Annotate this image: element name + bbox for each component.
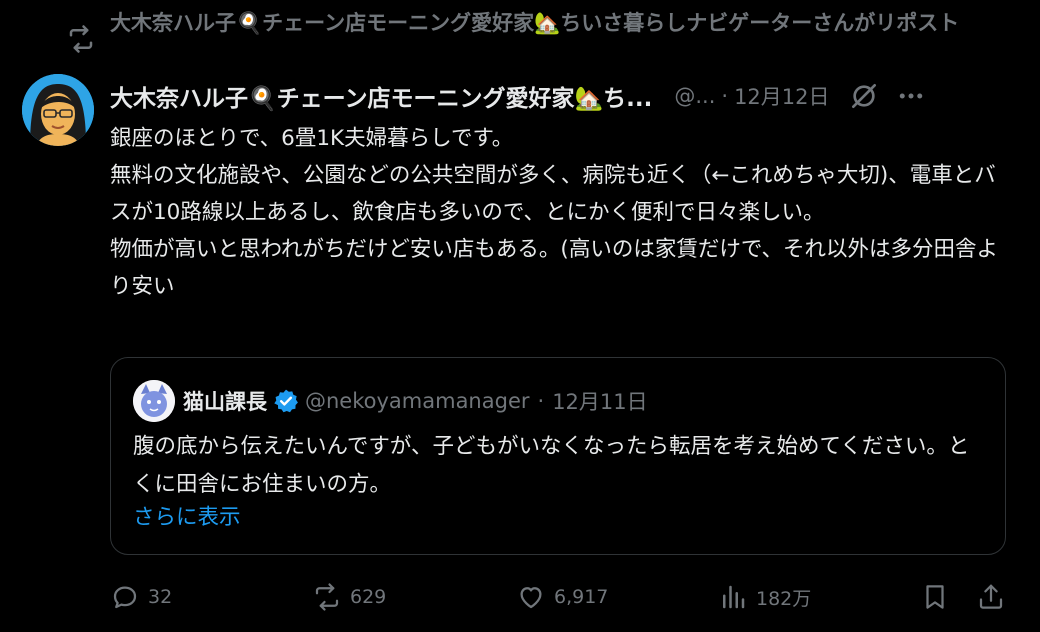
post-date[interactable]: 12月12日 bbox=[734, 81, 829, 111]
verified-icon bbox=[274, 389, 298, 413]
repost-banner[interactable]: 大木奈ハル子🍳チェーン店モーニング愛好家🏡ちいさ暮らしナビゲーターさんがリポスト bbox=[66, 10, 1016, 54]
post-text: 銀座のほとりで、6畳1K夫婦暮らしです。 無料の文化施設や、公園などの公共空間が… bbox=[110, 126, 998, 299]
more-icon[interactable] bbox=[896, 81, 926, 111]
action-bar: 32 629 6,917 182万 bbox=[110, 580, 1015, 614]
repost-icon bbox=[69, 25, 93, 53]
quote-date[interactable]: 12月11日 bbox=[552, 386, 647, 416]
post-header: 大木奈ハル子🍳チェーン店モーニング愛好家🏡ち... @... · 12月12日 bbox=[110, 76, 1010, 116]
avatar[interactable] bbox=[22, 74, 94, 146]
quote-author-handle[interactable]: @nekoyamamanager bbox=[305, 389, 530, 413]
heart-icon bbox=[520, 587, 542, 609]
separator: · bbox=[721, 84, 729, 108]
repost-button[interactable]: 629 bbox=[312, 580, 386, 614]
views-button[interactable]: 182万 bbox=[718, 580, 811, 614]
quote-avatar-illustration bbox=[133, 380, 175, 422]
quote-text: 腹の底から伝えたいんですが、子どもがいなくなったら転居を考え始めてください。とく… bbox=[133, 434, 970, 497]
show-more-link[interactable]: さらに表示 bbox=[133, 500, 241, 531]
views-icon bbox=[723, 585, 745, 609]
post[interactable]: 大木奈ハル子🍳チェーン店モーニング愛好家🏡ち... @... · 12月12日 … bbox=[110, 76, 1010, 305]
quote-separator: · bbox=[537, 389, 545, 413]
reply-icon bbox=[113, 586, 137, 609]
repost-banner-text[interactable]: 大木奈ハル子🍳チェーン店モーニング愛好家🏡ちいさ暮らしナビゲーターさんがリポスト bbox=[110, 10, 1016, 36]
reply-count: 32 bbox=[148, 586, 173, 608]
author-name[interactable]: 大木奈ハル子🍳チェーン店モーニング愛好家🏡ち... bbox=[110, 79, 652, 113]
author-handle[interactable]: @... bbox=[674, 84, 715, 108]
quote-author-name[interactable]: 猫山課長 bbox=[183, 386, 267, 416]
avatar-illustration bbox=[22, 74, 94, 146]
share-icon bbox=[979, 584, 1003, 609]
grok-icon[interactable] bbox=[848, 80, 880, 112]
like-count: 6,917 bbox=[554, 586, 609, 608]
views-count: 182万 bbox=[756, 587, 812, 610]
repost-count: 629 bbox=[350, 586, 387, 608]
bookmark-button[interactable] bbox=[920, 580, 950, 614]
quote-header: 猫山課長 @nekoyamamanager · 12月11日 bbox=[133, 380, 648, 422]
quote-card[interactable]: 猫山課長 @nekoyamamanager · 12月11日 腹の底から伝えたい… bbox=[110, 357, 1006, 555]
like-button[interactable]: 6,917 bbox=[516, 580, 608, 614]
repost-icon bbox=[315, 583, 339, 611]
share-button[interactable] bbox=[976, 580, 1006, 614]
reply-button[interactable]: 32 bbox=[110, 580, 172, 614]
bookmark-icon bbox=[926, 585, 944, 609]
quote-avatar[interactable] bbox=[133, 380, 175, 422]
